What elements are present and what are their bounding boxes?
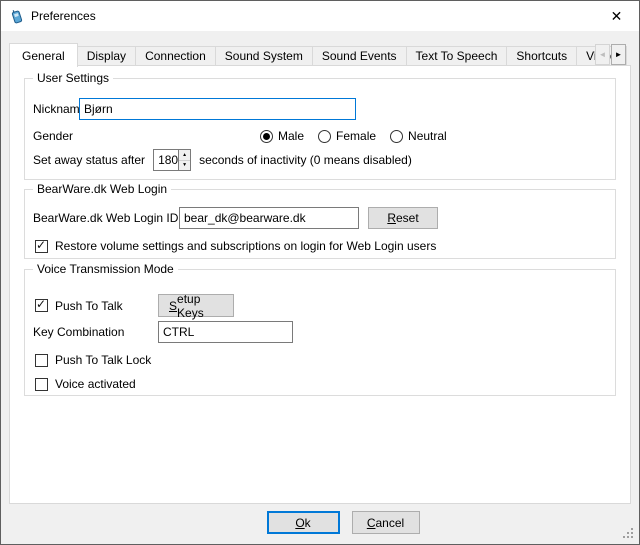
nickname-input[interactable] bbox=[79, 98, 356, 120]
away-seconds-value[interactable]: 180 bbox=[154, 150, 178, 170]
dialog-footer: Ok Cancel bbox=[24, 504, 640, 545]
group-title: BearWare.dk Web Login bbox=[33, 182, 171, 196]
spinner-down-icon[interactable]: ▼ bbox=[179, 161, 190, 171]
tab-sound-system[interactable]: Sound System bbox=[215, 46, 313, 66]
gender-label: Gender bbox=[33, 129, 73, 143]
group-title: Voice Transmission Mode bbox=[33, 262, 178, 276]
close-icon[interactable]: ✕ bbox=[594, 1, 639, 31]
away-seconds-spinner[interactable]: 180 ▲ ▼ bbox=[153, 149, 191, 171]
nickname-label: Nickname bbox=[33, 102, 71, 116]
radio-male-icon[interactable] bbox=[260, 130, 273, 143]
tab-strip: General Display Connection Sound System … bbox=[9, 42, 626, 66]
gender-radio-male[interactable]: Male bbox=[260, 129, 304, 143]
tab-sound-events[interactable]: Sound Events bbox=[312, 46, 407, 66]
push-to-talk-checkbox[interactable]: ✓ bbox=[35, 299, 48, 312]
spinner-up-icon[interactable]: ▲ bbox=[179, 150, 190, 161]
window-title: Preferences bbox=[31, 9, 96, 23]
title-bar[interactable]: Preferences ✕ bbox=[1, 1, 639, 31]
radio-neutral-icon[interactable] bbox=[390, 130, 403, 143]
tab-scroll-left-icon[interactable]: ◄ bbox=[595, 44, 610, 65]
restore-volume-checkbox[interactable]: ✓ bbox=[35, 240, 48, 253]
tab-text-to-speech[interactable]: Text To Speech bbox=[406, 46, 508, 66]
preferences-dialog: Preferences ✕ General Display Connection… bbox=[0, 0, 640, 545]
tab-connection[interactable]: Connection bbox=[135, 46, 216, 66]
restore-volume-checkbox-row[interactable]: ✓ Restore volume settings and subscripti… bbox=[35, 239, 605, 253]
resize-grip[interactable] bbox=[623, 528, 634, 539]
setup-keys-button[interactable]: Setup Keys bbox=[158, 294, 234, 317]
reset-button[interactable]: Reset bbox=[368, 207, 438, 229]
key-combination-input[interactable] bbox=[158, 321, 293, 343]
ok-button[interactable]: Ok bbox=[267, 511, 340, 534]
tab-shortcuts[interactable]: Shortcuts bbox=[506, 46, 577, 66]
tab-scroll-buttons: ◄ ► bbox=[595, 44, 626, 65]
voice-activated-checkbox-row[interactable]: ✓ Voice activated bbox=[35, 377, 605, 391]
push-to-talk-lock-label: Push To Talk Lock bbox=[55, 353, 151, 367]
key-combination-label: Key Combination bbox=[33, 325, 124, 339]
web-login-group: BearWare.dk Web Login BearWare.dk Web Lo… bbox=[24, 189, 616, 259]
user-settings-group: User Settings Nickname Gender Male Femal… bbox=[24, 78, 616, 180]
radio-female-label: Female bbox=[336, 129, 376, 143]
push-to-talk-lock-checkbox-row[interactable]: ✓ Push To Talk Lock bbox=[35, 353, 605, 367]
tab-general[interactable]: General bbox=[9, 43, 78, 67]
web-login-id-label: BearWare.dk Web Login ID bbox=[33, 211, 178, 225]
voice-activated-label: Voice activated bbox=[55, 377, 136, 391]
tab-scroll-right-icon[interactable]: ► bbox=[611, 44, 626, 65]
checkmark-icon: ✓ bbox=[36, 238, 46, 252]
group-title: User Settings bbox=[33, 71, 113, 85]
away-status-suffix: seconds of inactivity (0 means disabled) bbox=[199, 153, 412, 167]
voice-transmission-group: Voice Transmission Mode ✓ Push To Talk S… bbox=[24, 269, 616, 396]
voice-activated-checkbox[interactable]: ✓ bbox=[35, 378, 48, 391]
checkmark-icon: ✓ bbox=[36, 297, 46, 311]
cancel-button[interactable]: Cancel bbox=[352, 511, 420, 534]
radio-female-icon[interactable] bbox=[318, 130, 331, 143]
gender-radio-female[interactable]: Female bbox=[318, 129, 376, 143]
away-status-label: Set away status after bbox=[33, 153, 145, 167]
radio-neutral-label: Neutral bbox=[408, 129, 447, 143]
push-to-talk-lock-checkbox[interactable]: ✓ bbox=[35, 354, 48, 367]
general-tab-page: User Settings Nickname Gender Male Femal… bbox=[9, 65, 631, 504]
tab-display[interactable]: Display bbox=[77, 46, 136, 66]
push-to-talk-label: Push To Talk bbox=[55, 299, 123, 313]
web-login-id-input[interactable] bbox=[179, 207, 359, 229]
radio-male-label: Male bbox=[278, 129, 304, 143]
push-to-talk-checkbox-row[interactable]: ✓ Push To Talk bbox=[35, 299, 123, 313]
app-icon bbox=[9, 8, 25, 24]
gender-radio-neutral[interactable]: Neutral bbox=[390, 129, 447, 143]
restore-volume-label: Restore volume settings and subscription… bbox=[55, 239, 436, 253]
